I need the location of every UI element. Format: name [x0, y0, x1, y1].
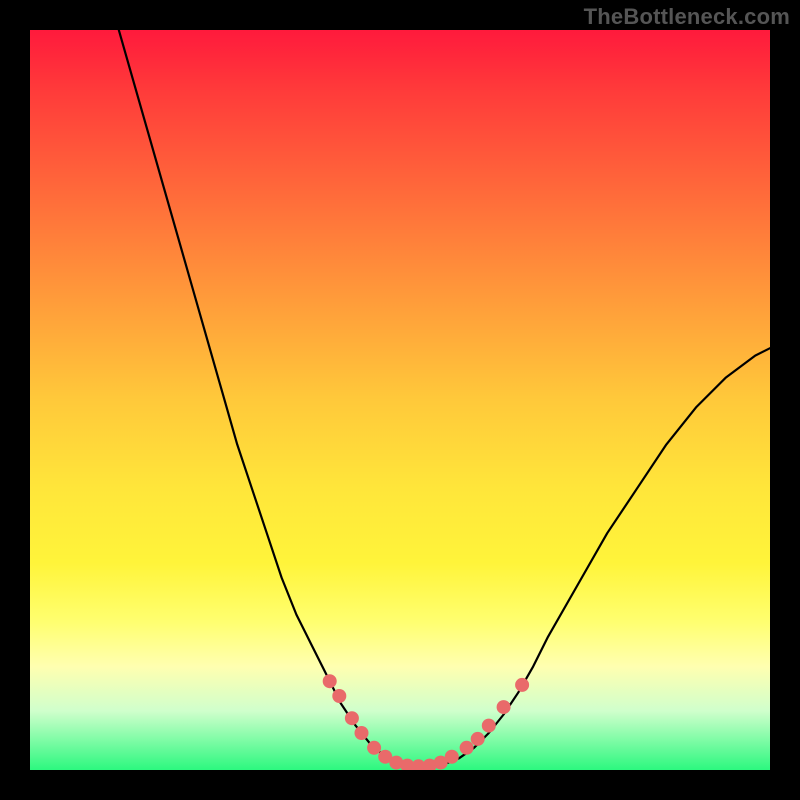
curve-marker	[434, 756, 448, 770]
curve-marker	[355, 726, 369, 740]
plot-area	[30, 30, 770, 770]
chart-frame: TheBottleneck.com	[0, 0, 800, 800]
curve-marker	[423, 759, 437, 770]
curve-markers	[323, 674, 529, 770]
curve-marker	[412, 759, 426, 770]
curve-marker	[445, 750, 459, 764]
curve-marker	[482, 719, 496, 733]
bottleneck-curve	[119, 30, 770, 767]
curve-marker	[323, 674, 337, 688]
curve-marker	[497, 700, 511, 714]
curve-marker	[471, 732, 485, 746]
curve-marker	[400, 759, 414, 770]
curve-marker	[460, 741, 474, 755]
curve-marker	[367, 741, 381, 755]
curve-marker	[515, 678, 529, 692]
watermark-text: TheBottleneck.com	[584, 4, 790, 30]
curve-marker	[345, 711, 359, 725]
curve-marker	[332, 689, 346, 703]
curve-svg	[30, 30, 770, 770]
curve-marker	[378, 750, 392, 764]
curve-marker	[389, 756, 403, 770]
